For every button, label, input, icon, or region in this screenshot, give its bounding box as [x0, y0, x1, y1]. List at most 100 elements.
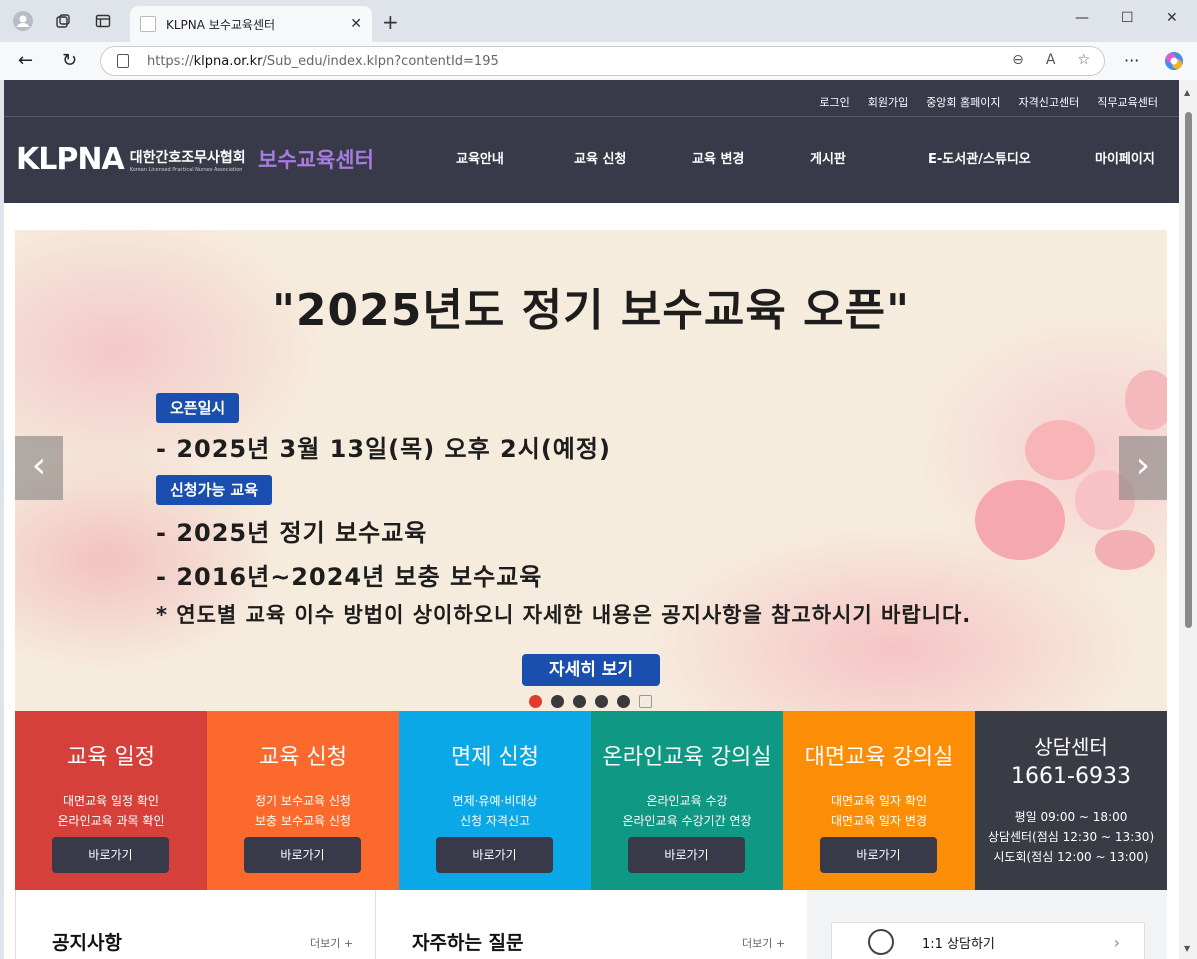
banner-title: "2025년도 정기 보수교육 오픈" — [271, 285, 911, 336]
refresh-icon[interactable]: ↻ — [62, 50, 77, 71]
quick-menu-desc: 온라인교육 과목 확인 — [57, 814, 165, 828]
maximize-icon[interactable]: ☐ — [1121, 10, 1134, 26]
web-page: 로그인 회원가입 중앙회 홈페이지 자격신고센터 직무교육센터 KLPNA 대한… — [4, 80, 1179, 959]
quick-menu-desc: 보충 보수교육 신청 — [255, 814, 351, 828]
go-button-offline-class[interactable]: 바로가기 — [820, 837, 937, 873]
banner-note: * 연도별 교육 이수 방법이 상이하오니 자세한 내용은 공지사항을 참고하시… — [156, 603, 972, 627]
profile-icon[interactable] — [12, 10, 34, 32]
quick-menu-exemption: 면제 신청 면제·유예·비대상 신청 자격신고 바로가기 — [399, 711, 591, 890]
banner-edu-line-2: - 2016년~2024년 보충 보수교육 — [156, 563, 543, 591]
browser-tab-active[interactable]: KLPNA 보수교육센터 ✕ — [130, 6, 372, 42]
tab-title: KLPNA 보수교육센터 — [166, 17, 276, 32]
quick-menu-title: 면제 신청 — [451, 745, 539, 770]
site-title[interactable]: 보수교육센터 — [258, 144, 374, 174]
badge-available-edu: 신청가능 교육 — [156, 475, 273, 505]
flower-decoration — [1025, 420, 1095, 480]
quick-menu-desc: 대면교육 일자 변경 — [831, 814, 927, 828]
scroll-thumb[interactable] — [1185, 112, 1192, 628]
faq-title: 자주하는 질문 — [412, 932, 524, 954]
divider — [375, 890, 376, 959]
logo-mark: KLPNA — [16, 142, 125, 177]
main-banner: "2025년도 정기 보수교육 오픈" 오픈일시 - 2025년 3월 13일(… — [15, 230, 1167, 711]
favorite-star-icon[interactable]: ☆ — [1077, 52, 1090, 68]
workspaces-icon[interactable] — [52, 10, 74, 32]
notice-title: 공지사항 — [52, 932, 122, 954]
close-window-icon[interactable]: ✕ — [1166, 10, 1178, 26]
counsel-phone: 1661-6933 — [1011, 764, 1131, 789]
util-link-signup[interactable]: 회원가입 — [868, 94, 908, 110]
prev-slide-icon[interactable]: ‹ — [15, 436, 63, 500]
logo-korean: 대한간호조무사협회 — [129, 149, 246, 166]
util-link-login[interactable]: 로그인 — [819, 94, 849, 110]
site-header: 로그인 회원가입 중앙회 홈페이지 자격신고센터 직무교육센터 KLPNA 대한… — [4, 80, 1179, 203]
faq-more-link[interactable]: 더보기 + — [742, 935, 785, 951]
go-button-schedule[interactable]: 바로가기 — [52, 837, 169, 873]
read-aloud-icon[interactable]: A — [1046, 52, 1056, 68]
badge-open-date: 오픈일시 — [156, 393, 240, 423]
header-divider — [4, 116, 1179, 117]
slide-indicators — [529, 695, 652, 708]
quick-menu-desc: 대면교육 일정 확인 — [63, 794, 159, 808]
banner-edu-line-1: - 2025년 정기 보수교육 — [156, 519, 428, 547]
gnb-edu-apply[interactable]: 교육 신청 — [574, 148, 626, 167]
gnb-edu-info[interactable]: 교육안내 — [456, 148, 504, 167]
scroll-up-icon[interactable]: ▲ — [1184, 88, 1190, 97]
scroll-down-icon[interactable]: ▼ — [1184, 944, 1190, 953]
utility-nav: 로그인 회원가입 중앙회 홈페이지 자격신고센터 직무교육센터 — [819, 94, 1158, 110]
go-button-exemption[interactable]: 바로가기 — [436, 837, 553, 873]
browser-address-bar: ← ↻ https://klpna.or.kr/Sub_edu/index.kl… — [0, 42, 1197, 80]
slide-dot[interactable] — [617, 695, 630, 708]
new-tab-icon[interactable]: + — [382, 10, 399, 34]
url-input[interactable]: https://klpna.or.kr/Sub_edu/index.klpn?c… — [100, 46, 1105, 76]
quick-menu-title: 교육 일정 — [67, 745, 155, 770]
minimize-icon[interactable]: — — [1075, 10, 1089, 26]
page-scrollbar[interactable]: ▲ ▼ — [1179, 80, 1197, 959]
headset-icon — [868, 929, 894, 955]
quick-menu-online-class: 온라인교육 강의실 온라인교육 수강 온라인교육 수강기간 연장 바로가기 — [591, 711, 783, 890]
slide-dot[interactable] — [595, 695, 608, 708]
quick-menu-desc: 정기 보수교육 신청 — [255, 794, 351, 808]
favicon-icon — [140, 16, 156, 32]
counsel-hours: 시도회(점심 12:00 ~ 13:00) — [993, 850, 1149, 864]
quick-menu-title: 대면교육 강의실 — [804, 745, 954, 770]
notice-more-link[interactable]: 더보기 + — [310, 935, 353, 951]
flower-decoration — [975, 480, 1065, 560]
logo-english: Korean Licensed Practical Nurses Associa… — [129, 166, 243, 173]
site-logo[interactable]: KLPNA 대한간호조무사협회 Korean Licensed Practica… — [16, 142, 246, 177]
slide-dot[interactable] — [551, 695, 564, 708]
counsel-title: 상담센터 — [1034, 735, 1108, 759]
browser-tab-bar: KLPNA 보수교육센터 ✕ + — ☐ ✕ — [0, 0, 1197, 42]
slide-dot[interactable] — [529, 695, 542, 708]
go-button-apply[interactable]: 바로가기 — [244, 837, 361, 873]
util-link-license[interactable]: 자격신고센터 — [1019, 94, 1080, 110]
quick-menu-title: 교육 신청 — [259, 745, 347, 770]
more-menu-icon[interactable]: ··· — [1124, 51, 1139, 70]
gnb-board[interactable]: 게시판 — [810, 148, 846, 167]
consult-button[interactable]: 1:1 상담하기 › — [831, 922, 1145, 959]
url-text: https://klpna.or.kr/Sub_edu/index.klpn?c… — [147, 53, 499, 69]
quick-menu-schedule: 교육 일정 대면교육 일정 확인온라인교육 과목 확인 바로가기 — [15, 711, 207, 890]
util-link-job-edu[interactable]: 직무교육센터 — [1097, 94, 1158, 110]
gnb-edu-change[interactable]: 교육 변경 — [692, 148, 744, 167]
detail-button[interactable]: 자세히 보기 — [522, 654, 660, 686]
quick-menu-apply: 교육 신청 정기 보수교육 신청보충 보수교육 신청 바로가기 — [207, 711, 399, 890]
quick-menu-offline-class: 대면교육 강의실 대면교육 일자 확인 대면교육 일자 변경 바로가기 — [783, 711, 975, 890]
quick-menu-desc: 온라인교육 수강기간 연장 — [622, 814, 752, 828]
counsel-center: 상담센터 1661-6933 평일 09:00 ~ 18:00 상담센터(점심 … — [975, 711, 1167, 890]
pause-icon[interactable] — [639, 695, 652, 708]
go-button-online-class[interactable]: 바로가기 — [628, 837, 745, 873]
quick-menu-title: 온라인교육 강의실 — [602, 745, 772, 770]
back-icon[interactable]: ← — [18, 50, 33, 71]
counsel-hours: 평일 09:00 ~ 18:00 — [1014, 810, 1128, 824]
next-slide-icon[interactable]: › — [1119, 436, 1167, 500]
gnb-elibrary[interactable]: E-도서관/스튜디오 — [928, 148, 1031, 167]
close-tab-icon[interactable]: ✕ — [350, 16, 362, 32]
zoom-icon[interactable]: ⊖ — [1012, 52, 1024, 68]
util-link-central[interactable]: 중앙회 홈페이지 — [926, 94, 1000, 110]
flower-decoration — [1125, 370, 1167, 430]
gnb-mypage[interactable]: 마이페이지 — [1095, 148, 1155, 167]
tab-actions-icon[interactable] — [92, 10, 114, 32]
slide-dot[interactable] — [573, 695, 586, 708]
lock-icon — [117, 54, 129, 68]
copilot-icon[interactable] — [1164, 51, 1184, 75]
